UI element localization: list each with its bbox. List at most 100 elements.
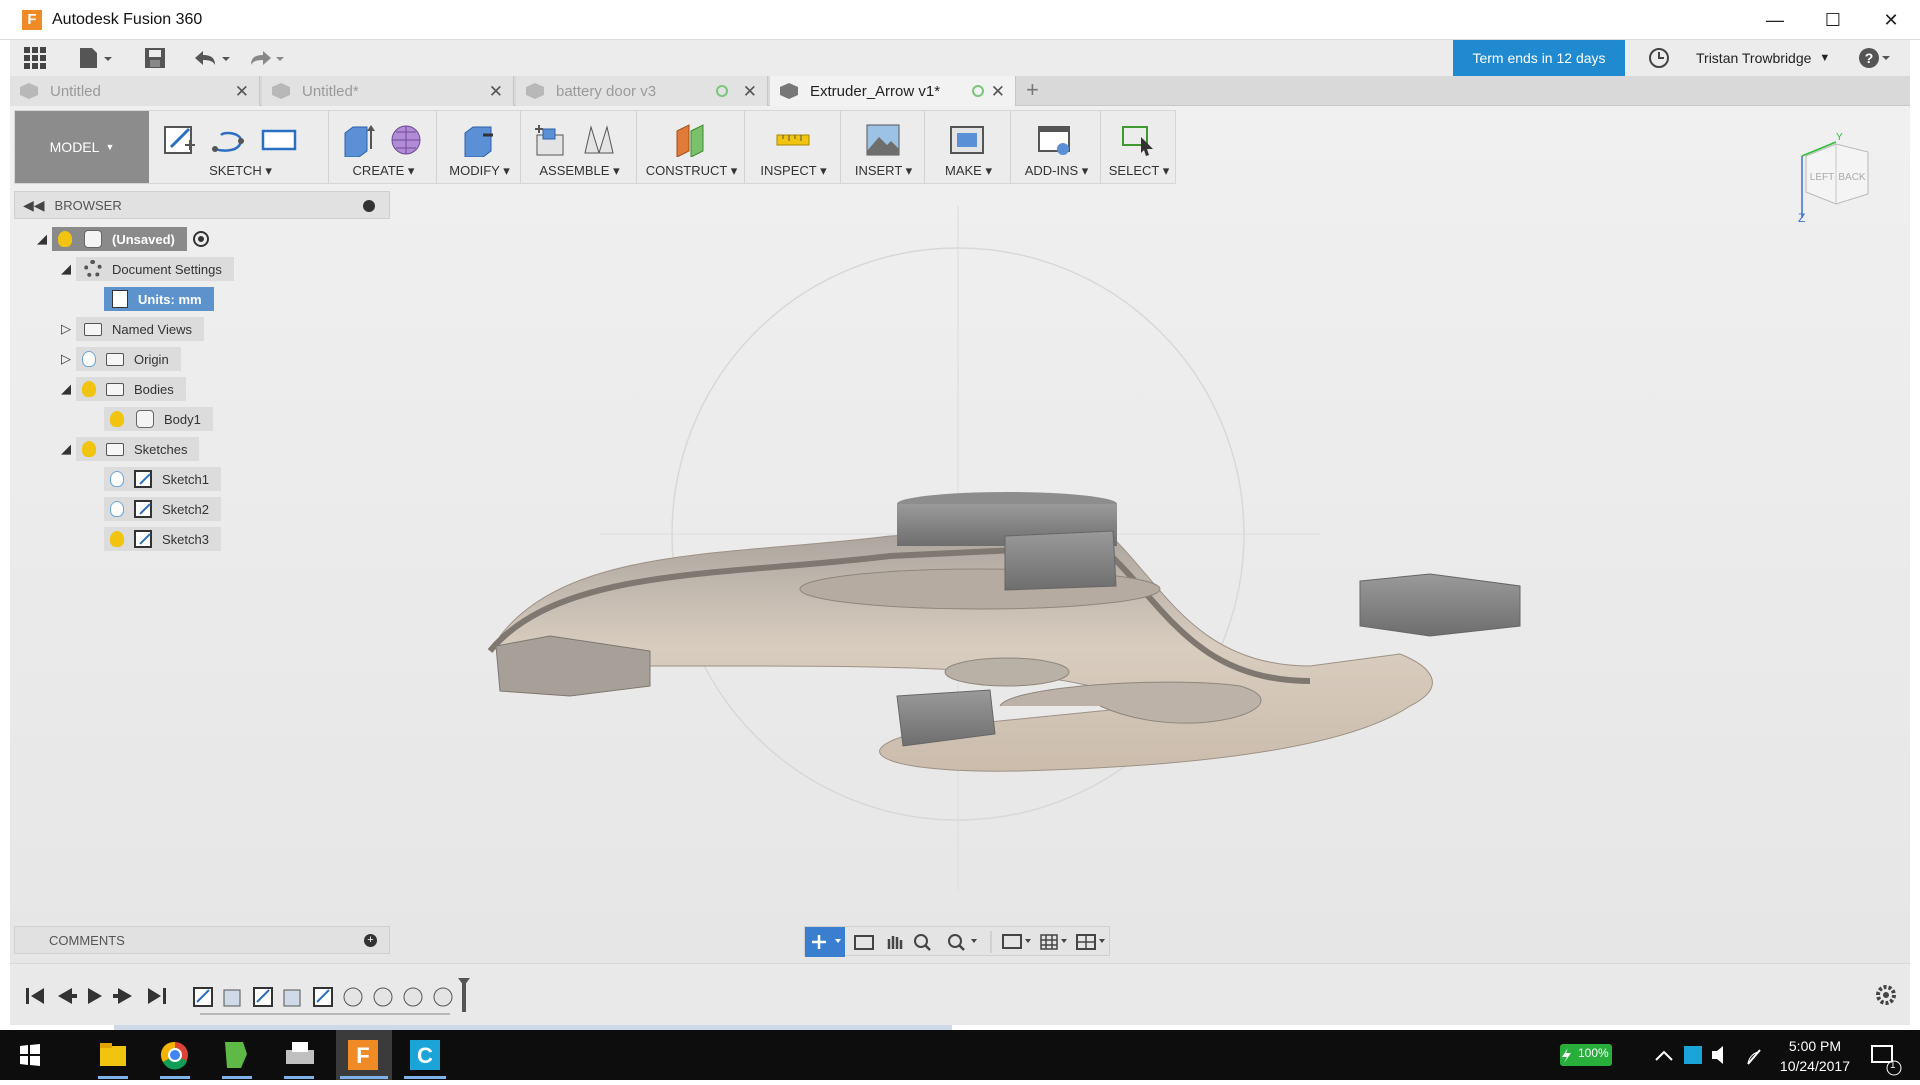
data-panel-grid-icon[interactable] <box>24 46 46 70</box>
press-pull-icon[interactable] <box>461 123 497 157</box>
expand-toggle-icon[interactable]: ◢ <box>56 441 76 457</box>
look-at-icon[interactable] <box>854 935 874 950</box>
sketch-group[interactable]: SKETCH ▾ <box>153 111 329 183</box>
tab-untitled-modified[interactable]: Untitled* ✕ <box>262 76 514 106</box>
workspace-switcher[interactable]: MODEL ▼ <box>15 111 149 183</box>
wifi-icon[interactable] <box>1747 1049 1761 1065</box>
close-tab-icon[interactable]: ✕ <box>235 82 249 102</box>
timeline-settings-gear-icon[interactable] <box>1876 985 1896 1005</box>
expand-toggle-icon[interactable]: ◢ <box>56 261 76 277</box>
named-views-node[interactable]: ▷ Named Views <box>56 317 204 341</box>
sketch2-node[interactable]: Sketch2 <box>104 497 221 521</box>
save-icon[interactable] <box>144 46 166 70</box>
visibility-bulb-icon[interactable] <box>82 441 96 457</box>
expand-toggle-icon[interactable]: ▷ <box>56 351 76 367</box>
timeline-play-icon[interactable] <box>88 988 102 1004</box>
action-center-icon[interactable] <box>1871 1045 1902 1076</box>
make-group[interactable]: MAKE ▾ <box>927 111 1011 183</box>
expand-toggle-icon[interactable]: ▷ <box>56 321 76 337</box>
sketches-node[interactable]: ◢ Sketches <box>56 437 200 461</box>
add-ins-group[interactable]: ADD-INS ▾ <box>1013 111 1101 183</box>
insert-menu-label[interactable]: INSERT ▾ <box>843 163 924 179</box>
add-ins-menu-label[interactable]: ADD-INS ▾ <box>1013 163 1100 179</box>
construct-group[interactable]: CONSTRUCT ▾ <box>639 111 745 183</box>
form-tool-icon[interactable] <box>389 123 425 157</box>
volume-icon[interactable] <box>1712 1046 1723 1064</box>
show-hidden-icons-chevron-icon[interactable] <box>1655 1050 1673 1061</box>
job-status-clock-icon[interactable] <box>1648 46 1670 70</box>
comments-panel-header[interactable]: COMMENTS + <box>14 926 390 954</box>
browser-panel-header[interactable]: ◀◀ BROWSER <box>14 191 390 219</box>
timeline-step-back-icon[interactable] <box>58 988 77 1004</box>
zoom-icon[interactable] <box>914 934 931 951</box>
tab-battery-door[interactable]: battery door v3 ✕ <box>516 76 768 106</box>
extrude-icon[interactable] <box>341 123 377 157</box>
visibility-bulb-icon[interactable] <box>110 501 124 517</box>
viewports-icon[interactable] <box>1076 934 1105 950</box>
view-cube[interactable]: LEFT BACK Z Y <box>1788 126 1884 225</box>
new-tab-button[interactable]: + <box>1026 77 1039 103</box>
term-ends-button[interactable]: Term ends in 12 days <box>1453 40 1625 76</box>
add-comment-icon[interactable]: + <box>364 934 377 947</box>
insert-image-icon[interactable] <box>865 123 901 157</box>
line-tool-icon[interactable] <box>211 123 247 157</box>
grid-settings-icon[interactable] <box>1040 934 1067 950</box>
collapse-panel-icon[interactable]: ◀◀ <box>23 197 45 214</box>
3d-print-icon[interactable] <box>949 123 985 157</box>
timeline-go-to-start-icon[interactable] <box>26 988 44 1004</box>
fit-zoom-icon[interactable] <box>948 934 977 951</box>
close-tab-icon[interactable]: ✕ <box>489 82 503 102</box>
scripts-add-ins-icon[interactable] <box>1037 123 1073 157</box>
create-group[interactable]: CREATE ▾ <box>331 111 437 183</box>
redo-icon[interactable] <box>246 46 286 70</box>
browser-root-node[interactable]: ◢ (Unsaved) <box>32 227 209 251</box>
assemble-group[interactable]: ASSEMBLE ▾ <box>523 111 637 183</box>
inspect-group[interactable]: INSPECT ▾ <box>747 111 841 183</box>
panel-minimize-icon[interactable] <box>363 200 375 212</box>
create-menu-label[interactable]: CREATE ▾ <box>331 163 436 179</box>
sketch3-node[interactable]: Sketch3 <box>104 527 221 551</box>
user-account-menu[interactable]: Tristan Trowbridge ▼ <box>1696 40 1830 76</box>
visibility-bulb-icon[interactable] <box>110 411 124 427</box>
close-window-button[interactable]: ✕ <box>1862 0 1920 40</box>
visibility-bulb-icon[interactable] <box>82 351 96 367</box>
cura-taskbar-icon[interactable]: C <box>404 1040 446 1079</box>
units-node[interactable]: Units: mm <box>104 287 214 311</box>
offset-plane-icon[interactable] <box>673 123 709 157</box>
body1-node[interactable]: Body1 <box>104 407 213 431</box>
system-clock[interactable]: 5:00 PM 10/24/2017 <box>1780 1036 1850 1076</box>
undo-icon[interactable] <box>192 46 232 70</box>
measure-icon[interactable] <box>775 123 811 157</box>
expand-toggle-icon[interactable]: ◢ <box>32 231 52 247</box>
origin-node[interactable]: ▷ Origin <box>56 347 181 371</box>
maximize-button[interactable]: ☐ <box>1804 0 1862 40</box>
rectangle-tool-icon[interactable] <box>261 123 297 157</box>
select-arrow-icon[interactable] <box>1121 123 1157 157</box>
minimize-button[interactable]: — <box>1746 0 1804 40</box>
close-tab-icon[interactable]: ✕ <box>991 82 1005 102</box>
select-group[interactable]: SELECT ▾ <box>1103 111 1175 183</box>
timeline-go-to-end-icon[interactable] <box>148 988 166 1004</box>
display-settings-icon[interactable] <box>1002 934 1031 949</box>
construct-menu-label[interactable]: CONSTRUCT ▾ <box>639 163 744 179</box>
sketch-menu-label[interactable]: SKETCH ▾ <box>153 163 328 179</box>
evernote-icon[interactable] <box>222 1042 252 1079</box>
timeline-marker[interactable] <box>458 978 470 1012</box>
timeline-features[interactable] <box>193 987 453 1015</box>
close-tab-icon[interactable]: ✕ <box>743 82 757 102</box>
3d-viewport[interactable]: LEFT BACK Z Y <box>10 106 1910 963</box>
chrome-icon[interactable] <box>160 1041 190 1079</box>
visibility-bulb-icon[interactable] <box>82 381 96 397</box>
make-menu-label[interactable]: MAKE ▾ <box>927 163 1010 179</box>
inspect-menu-label[interactable]: INSPECT ▾ <box>747 163 840 179</box>
file-menu-icon[interactable] <box>78 46 114 70</box>
sketch1-node[interactable]: Sketch1 <box>104 467 221 491</box>
timeline-step-forward-icon[interactable] <box>113 988 132 1004</box>
cura-tray-icon[interactable] <box>1684 1046 1702 1064</box>
printer-app-icon[interactable] <box>284 1042 314 1079</box>
visibility-bulb-icon[interactable] <box>110 531 124 547</box>
document-settings-node[interactable]: ◢ Document Settings <box>56 257 234 281</box>
help-icon[interactable]: ? <box>1858 46 1892 70</box>
joint-icon[interactable] <box>581 123 617 157</box>
visibility-bulb-icon[interactable] <box>58 231 72 247</box>
